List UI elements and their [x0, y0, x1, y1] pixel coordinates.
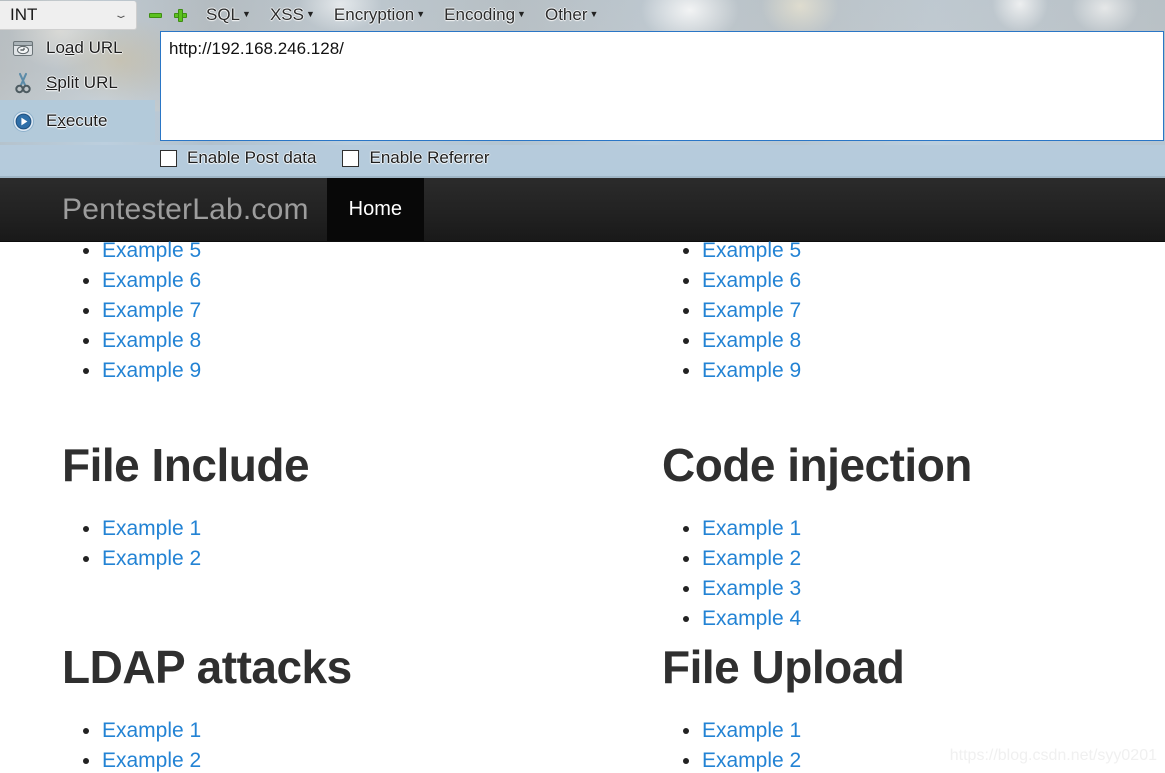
nav-item-home[interactable]: Home	[326, 178, 425, 241]
list-item: Example 6	[702, 266, 1165, 296]
example-link[interactable]: Example 2	[702, 547, 801, 570]
example-link[interactable]: Example 1	[702, 719, 801, 742]
hackbar-action-column: Load URL Split URL Execute	[0, 30, 155, 143]
list-item: Example 7	[102, 296, 582, 326]
example-link[interactable]: Example 6	[102, 269, 201, 292]
scissors-icon	[6, 72, 40, 94]
column-right: Example 5 Example 6 Example 7 Example 8 …	[662, 239, 1165, 773]
watermark: https://blog.csdn.net/syy0201	[949, 747, 1157, 764]
url-input[interactable]: http://192.168.246.128/	[160, 31, 1164, 141]
example-link[interactable]: Example 2	[102, 749, 201, 772]
example-link[interactable]: Example 9	[102, 359, 201, 382]
enable-referrer-label: Enable Referrer	[369, 148, 490, 167]
section-heading-code-injection: Code injection	[662, 439, 972, 491]
list-item: Example 2	[102, 544, 582, 574]
navbar: PentesterLab.com Home	[0, 178, 1165, 242]
menu-encoding[interactable]: Encoding ▼	[444, 5, 526, 25]
menu-encryption[interactable]: Encryption ▼	[334, 5, 425, 25]
menu-sql-label: SQL	[206, 5, 241, 24]
example-link[interactable]: Example 7	[702, 299, 801, 322]
example-link[interactable]: Example 3	[702, 577, 801, 600]
enable-post-data-label: Enable Post data	[187, 148, 317, 167]
menu-xss-label: XSS	[269, 5, 304, 24]
caret-down-icon: ▼	[416, 9, 426, 19]
enable-post-data-checkbox[interactable]: Enable Post data	[160, 148, 316, 168]
checkbox-box[interactable]	[342, 149, 360, 167]
list-item: Example 1	[702, 514, 1165, 544]
split-url-button[interactable]: Split URL	[0, 65, 155, 100]
column-left: Example 5 Example 6 Example 7 Example 8 …	[62, 239, 582, 773]
list-item: Example 2	[702, 544, 1165, 574]
example-link[interactable]: Example 1	[702, 517, 801, 540]
plus-icon[interactable]	[174, 8, 187, 22]
hackbar-menu-row: INT ⌄ SQL ▼ XSS ▼ Encryption ▼ Encoding ▼ Ot…	[0, 0, 1165, 30]
list-item: Example 8	[702, 326, 1165, 356]
hackbar-options-row: Enable Post data Enable Referrer	[160, 148, 490, 168]
execute-button[interactable]: Execute	[0, 100, 155, 142]
example-link[interactable]: Example 2	[102, 547, 201, 570]
web-page-viewport: PentesterLab.com Home Example 5 Example …	[0, 178, 1165, 773]
load-url-icon	[6, 38, 40, 58]
list-item: Example 1	[702, 716, 1165, 746]
list-item: Example 5	[102, 236, 582, 266]
chevron-down-icon: ⌄	[112, 8, 130, 21]
menu-encryption-label: Encryption	[333, 5, 415, 24]
load-url-label: Load URL	[46, 37, 123, 57]
list-item: Example 2	[102, 746, 582, 773]
example-link[interactable]: Example 4	[702, 607, 801, 630]
minus-icon[interactable]	[149, 9, 162, 22]
menu-xss[interactable]: XSS ▼	[270, 5, 315, 25]
example-link[interactable]: Example 9	[702, 359, 801, 382]
navbar-items: Home	[326, 178, 425, 241]
load-url-button[interactable]: Load URL	[0, 30, 155, 65]
example-link[interactable]: Example 5	[702, 239, 801, 262]
menu-other-label: Other	[544, 5, 588, 24]
menu-sql[interactable]: SQL ▼	[206, 5, 251, 25]
execute-label: Execute	[46, 111, 108, 130]
checkbox-box[interactable]	[160, 149, 177, 167]
example-list: Example 1 Example 2	[62, 716, 582, 773]
enable-referrer-checkbox[interactable]: Enable Referrer	[342, 148, 490, 168]
list-item: Example 9	[702, 356, 1165, 386]
example-link[interactable]: Example 6	[702, 269, 801, 292]
list-item: Example 9	[102, 356, 582, 386]
example-list: Example 1 Example 2 Example 3 Example 4	[662, 514, 1165, 634]
example-link[interactable]: Example 5	[102, 239, 201, 262]
section-heading-ldap-attacks: LDAP attacks	[62, 641, 352, 693]
caret-down-icon: ▼	[517, 9, 526, 19]
example-link[interactable]: Example 8	[702, 329, 801, 352]
example-link[interactable]: Example 1	[102, 517, 201, 540]
list-item: Example 1	[102, 716, 582, 746]
navbar-brand[interactable]: PentesterLab.com	[0, 178, 327, 241]
section-heading-file-upload: File Upload	[662, 641, 905, 693]
split-url-label: Split URL	[46, 72, 118, 92]
example-link[interactable]: Example 2	[702, 749, 801, 772]
hackbar-toolbar: INT ⌄ SQL ▼ XSS ▼ Encryption ▼ Encoding ▼ Ot…	[0, 0, 1165, 178]
payload-type-select[interactable]: INT ⌄	[0, 0, 137, 30]
menu-encoding-label: Encoding	[444, 5, 516, 24]
menu-other[interactable]: Other ▼	[545, 5, 598, 25]
list-item: Example 4	[702, 604, 1165, 634]
section-heading-file-include: File Include	[62, 439, 310, 491]
list-item: Example 6	[102, 266, 582, 296]
list-item: Example 7	[702, 296, 1165, 326]
caret-down-icon: ▼	[242, 9, 251, 19]
example-link[interactable]: Example 8	[102, 329, 201, 352]
caret-down-icon: ▼	[589, 9, 599, 19]
caret-down-icon: ▼	[305, 9, 315, 19]
example-link[interactable]: Example 1	[102, 719, 201, 742]
play-icon	[6, 110, 40, 133]
example-list: Example 5 Example 6 Example 7 Example 8 …	[662, 236, 1165, 386]
list-item: Example 5	[702, 236, 1165, 266]
example-list: Example 5 Example 6 Example 7 Example 8 …	[62, 236, 582, 386]
example-list: Example 1 Example 2	[62, 514, 582, 574]
list-item: Example 3	[702, 574, 1165, 604]
list-item: Example 1	[102, 514, 582, 544]
list-item: Example 8	[102, 326, 582, 356]
example-link[interactable]: Example 7	[102, 299, 201, 322]
payload-type-value: INT	[10, 4, 38, 24]
